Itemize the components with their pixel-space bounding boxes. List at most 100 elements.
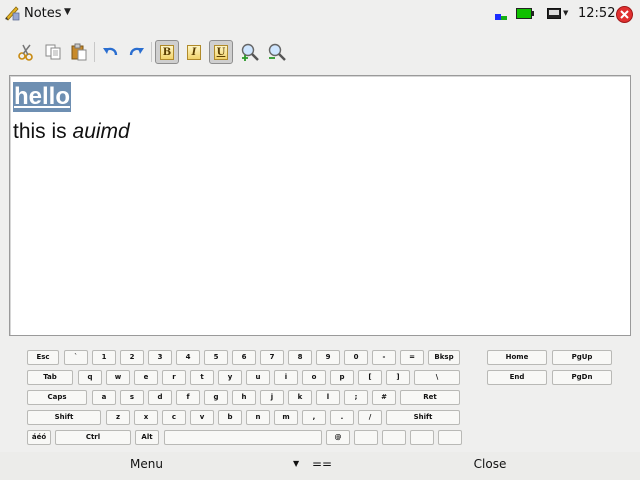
key-t[interactable]: t <box>190 370 214 385</box>
text-line-plain: this is <box>13 120 73 143</box>
bold-icon: B <box>160 44 174 60</box>
key-l[interactable]: l <box>316 390 340 405</box>
key-5[interactable]: 5 <box>204 350 228 365</box>
text-line[interactable]: this is auimd <box>13 120 130 144</box>
key-7[interactable]: 7 <box>260 350 284 365</box>
underline-button[interactable]: U <box>209 40 233 64</box>
key-alt[interactable]: Alt <box>135 430 159 445</box>
key-c[interactable]: c <box>162 410 186 425</box>
key-arrow-right[interactable] <box>438 430 462 445</box>
key-shift-left[interactable]: Shift <box>27 410 101 425</box>
close-button[interactable]: Close <box>460 457 520 475</box>
key-caps[interactable]: Caps <box>27 390 87 405</box>
key-1[interactable]: 1 <box>92 350 116 365</box>
key-4[interactable]: 4 <box>176 350 200 365</box>
key-equals[interactable]: = <box>400 350 424 365</box>
key-space[interactable] <box>164 430 322 445</box>
key-y[interactable]: y <box>218 370 242 385</box>
key-left-bracket[interactable]: [ <box>358 370 382 385</box>
key-f[interactable]: f <box>176 390 200 405</box>
key-semicolon[interactable]: ; <box>344 390 368 405</box>
key-g[interactable]: g <box>204 390 228 405</box>
key-minus[interactable]: - <box>372 350 396 365</box>
key-accents[interactable]: áéó <box>27 430 51 445</box>
paste-button[interactable] <box>67 40 91 64</box>
key-backslash[interactable]: \ <box>414 370 460 385</box>
cut-button[interactable] <box>14 40 38 64</box>
app-menu-chevron-down-icon[interactable]: ▼ <box>64 7 71 17</box>
zoom-out-icon <box>268 43 286 61</box>
key-period[interactable]: . <box>330 410 354 425</box>
key-esc[interactable]: Esc <box>27 350 59 365</box>
key-arrow-up[interactable] <box>382 430 406 445</box>
key-end[interactable]: End <box>487 370 547 385</box>
key-tab[interactable]: Tab <box>27 370 73 385</box>
key-hash[interactable]: # <box>372 390 396 405</box>
toolbar-separator <box>94 42 95 62</box>
on-screen-keyboard: Esc ` 1 2 3 4 5 6 7 8 9 0 - = Bksp Tab q… <box>0 345 640 450</box>
key-z[interactable]: z <box>106 410 130 425</box>
toolbar-separator <box>151 42 152 62</box>
key-j[interactable]: j <box>260 390 284 405</box>
menu-button[interactable]: Menu ▼ <box>118 457 306 475</box>
key-6[interactable]: 6 <box>232 350 256 365</box>
key-3[interactable]: 3 <box>148 350 172 365</box>
key-shift-right[interactable]: Shift <box>386 410 460 425</box>
redo-icon <box>129 47 144 56</box>
key-i[interactable]: i <box>274 370 298 385</box>
key-n[interactable]: n <box>246 410 270 425</box>
undo-button[interactable] <box>98 40 122 64</box>
input-mode-toggle[interactable]: == <box>312 457 332 471</box>
key-arrow-left[interactable] <box>354 430 378 445</box>
key-2[interactable]: 2 <box>120 350 144 365</box>
key-v[interactable]: v <box>190 410 214 425</box>
italic-button[interactable]: I <box>182 40 206 64</box>
display-icon[interactable] <box>547 8 561 19</box>
key-comma[interactable]: , <box>302 410 326 425</box>
key-a[interactable]: a <box>92 390 116 405</box>
key-backtick[interactable]: ` <box>64 350 88 365</box>
key-q[interactable]: q <box>78 370 102 385</box>
key-e[interactable]: e <box>134 370 158 385</box>
key-return[interactable]: Ret <box>400 390 460 405</box>
selected-text[interactable]: hello <box>13 82 72 112</box>
key-o[interactable]: o <box>302 370 326 385</box>
key-0[interactable]: 0 <box>344 350 368 365</box>
note-text-area[interactable]: hello this is auimd <box>9 75 631 336</box>
key-slash[interactable]: / <box>358 410 382 425</box>
copy-button[interactable] <box>41 40 65 64</box>
battery-icon <box>516 8 534 19</box>
key-s[interactable]: s <box>120 390 144 405</box>
key-8[interactable]: 8 <box>288 350 312 365</box>
zoom-out-button[interactable] <box>265 40 289 64</box>
key-x[interactable]: x <box>134 410 158 425</box>
notes-window: Notes ▼ ▼ 12:52 B I U hello this is auim… <box>0 0 640 480</box>
key-m[interactable]: m <box>274 410 298 425</box>
key-pgup[interactable]: PgUp <box>552 350 612 365</box>
notes-app-icon[interactable] <box>4 5 20 21</box>
key-at[interactable]: @ <box>326 430 350 445</box>
app-title[interactable]: Notes <box>24 6 62 21</box>
key-home[interactable]: Home <box>487 350 547 365</box>
key-w[interactable]: w <box>106 370 130 385</box>
key-p[interactable]: p <box>330 370 354 385</box>
key-right-bracket[interactable]: ] <box>386 370 410 385</box>
close-app-icon[interactable] <box>616 6 633 23</box>
key-h[interactable]: h <box>232 390 256 405</box>
display-chevron-down-icon[interactable]: ▼ <box>563 9 568 17</box>
key-k[interactable]: k <box>288 390 312 405</box>
key-u[interactable]: u <box>246 370 270 385</box>
redo-button[interactable] <box>125 40 149 64</box>
key-r[interactable]: r <box>162 370 186 385</box>
key-b[interactable]: b <box>218 410 242 425</box>
bottom-bar: Menu ▼ == Close <box>0 452 640 480</box>
key-arrow-down[interactable] <box>410 430 434 445</box>
zoom-in-button[interactable] <box>238 40 262 64</box>
key-ctrl[interactable]: Ctrl <box>55 430 131 445</box>
key-pgdn[interactable]: PgDn <box>552 370 612 385</box>
key-backspace[interactable]: Bksp <box>428 350 460 365</box>
bold-button[interactable]: B <box>155 40 179 64</box>
underline-icon: U <box>214 44 228 60</box>
key-d[interactable]: d <box>148 390 172 405</box>
key-9[interactable]: 9 <box>316 350 340 365</box>
